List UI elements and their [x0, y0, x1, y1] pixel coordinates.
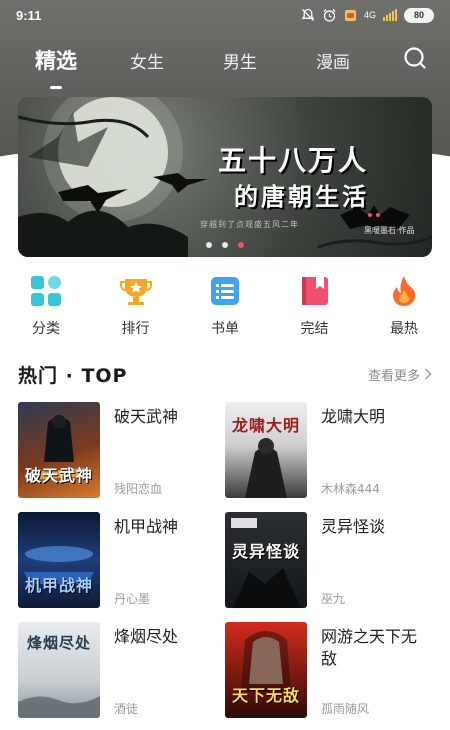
shortcut-label: 书单 [211, 321, 239, 337]
book-author: 木林森444 [321, 482, 380, 496]
cover-title: 机甲战神 [24, 576, 93, 595]
battery-icon: 80 [404, 7, 434, 23]
alarm-icon [323, 8, 336, 22]
shortcut-label: 排行 [121, 321, 150, 337]
shortcut-label: 完结 [300, 321, 329, 337]
book-author: 丹心墨 [114, 592, 151, 606]
book-title: 破天武神 [114, 407, 179, 426]
book-title: 网游之天下无敌 [321, 627, 418, 668]
book-author: 孤雨随风 [321, 702, 370, 716]
status-bar: 9:11 4G 80 [0, 0, 450, 30]
chevron-right-icon [425, 368, 432, 380]
banner-title-line2: 的唐朝生活 [234, 183, 369, 211]
tab-label: 漫画 [316, 52, 350, 73]
cover-title: 灵异怪谈 [231, 542, 300, 561]
book-title: 烽烟尽处 [114, 627, 179, 646]
book-card[interactable]: 烽烟尽处 烽烟尽处 酒徒 [18, 622, 225, 730]
book-title: 机甲战神 [114, 517, 179, 536]
view-more-link[interactable]: 查看更多 [368, 365, 432, 384]
grid-icon [31, 276, 61, 306]
book-cover: 天下无敌 [225, 622, 307, 718]
shortcut-label: 最热 [390, 321, 418, 337]
search-icon[interactable] [402, 45, 428, 71]
book-author: 酒徒 [114, 702, 139, 716]
pagination-dot[interactable] [222, 242, 228, 248]
shortcut-ranking[interactable]: 排行 [106, 272, 166, 342]
book-card[interactable]: 破天武神 破天武神 残阳恋血 [18, 402, 225, 512]
book-grid: 破天武神 破天武神 残阳恋血 龙啸大明 龙啸大明 木林森444 机甲战神 机甲战… [18, 402, 432, 730]
shortcut-booklist[interactable]: 书单 [195, 272, 255, 342]
tab-label: 精选 [35, 49, 77, 73]
book-card[interactable]: 龙啸大明 龙啸大明 木林森444 [225, 402, 432, 512]
tab-featured[interactable]: 精选 [33, 45, 79, 89]
banner-title-line1: 五十八万人 [218, 144, 369, 177]
book-cover: 破天武神 [18, 402, 100, 498]
book-title: 龙啸大明 [321, 407, 386, 426]
pagination-dot[interactable] [206, 242, 212, 248]
network-type: 4G [363, 9, 376, 20]
bookmark-book-icon [301, 277, 328, 305]
tab-active-indicator [50, 86, 62, 89]
top-tab-bar: 精选 女生 男生 漫画 [0, 38, 450, 89]
category-shortcuts: 分类 排行 书单 完结 最热 [0, 272, 450, 342]
book-cover: 灵异怪谈 [225, 512, 307, 608]
promo-banner[interactable]: 五十八万人 的唐朝生活 穿越到了贞观盛五风二年 黑暖墨石·作品 [18, 97, 432, 257]
book-cover: 龙啸大明 [225, 402, 307, 498]
cover-title: 龙啸大明 [231, 416, 300, 435]
book-cover: 烽烟尽处 [18, 622, 100, 718]
book-author: 巫九 [321, 592, 346, 606]
shortcut-hottest[interactable]: 最热 [374, 272, 434, 342]
book-card[interactable]: 灵异怪谈 灵异怪谈 巫九 [225, 512, 432, 622]
mute-bell-icon [301, 8, 315, 21]
banner-pagination [18, 242, 432, 248]
book-author: 残阳恋血 [114, 482, 163, 496]
cover-title: 天下无敌 [231, 686, 300, 705]
book-card[interactable]: 天下无敌 网游之天下无敌 孤雨随风 [225, 622, 432, 730]
pagination-dot-active[interactable] [238, 242, 244, 248]
view-more-label: 查看更多 [367, 368, 420, 384]
book-card[interactable]: 机甲战神 机甲战神 丹心墨 [18, 512, 225, 622]
tab-label: 女生 [130, 52, 164, 73]
status-time: 9:11 [16, 7, 42, 23]
flame-icon [393, 276, 416, 306]
shortcut-completed[interactable]: 完结 [285, 272, 345, 342]
hot-top-section-header: 热门 · TOP 查看更多 [18, 360, 432, 388]
shortcut-classify[interactable]: 分类 [16, 272, 76, 342]
signal-icon [383, 9, 397, 21]
status-icons: 4G 80 [301, 7, 434, 23]
shortcut-label: 分类 [32, 321, 60, 337]
tab-female[interactable]: 女生 [129, 48, 165, 73]
banner-author: 黑暖墨石·作品 [364, 226, 415, 235]
trophy-icon [119, 279, 152, 305]
list-icon [211, 277, 239, 305]
book-title: 灵异怪谈 [321, 517, 386, 536]
app-notification-icon [344, 9, 356, 21]
tab-comics[interactable]: 漫画 [315, 48, 351, 73]
tab-male[interactable]: 男生 [222, 48, 258, 73]
book-cover: 机甲战神 [18, 512, 100, 608]
cover-title: 烽烟尽处 [26, 634, 91, 652]
cover-title: 破天武神 [24, 466, 93, 485]
banner-subtitle: 穿越到了贞观盛五风二年 [200, 220, 299, 229]
tab-label: 男生 [223, 52, 257, 73]
section-title: 热门 · TOP [18, 364, 128, 387]
